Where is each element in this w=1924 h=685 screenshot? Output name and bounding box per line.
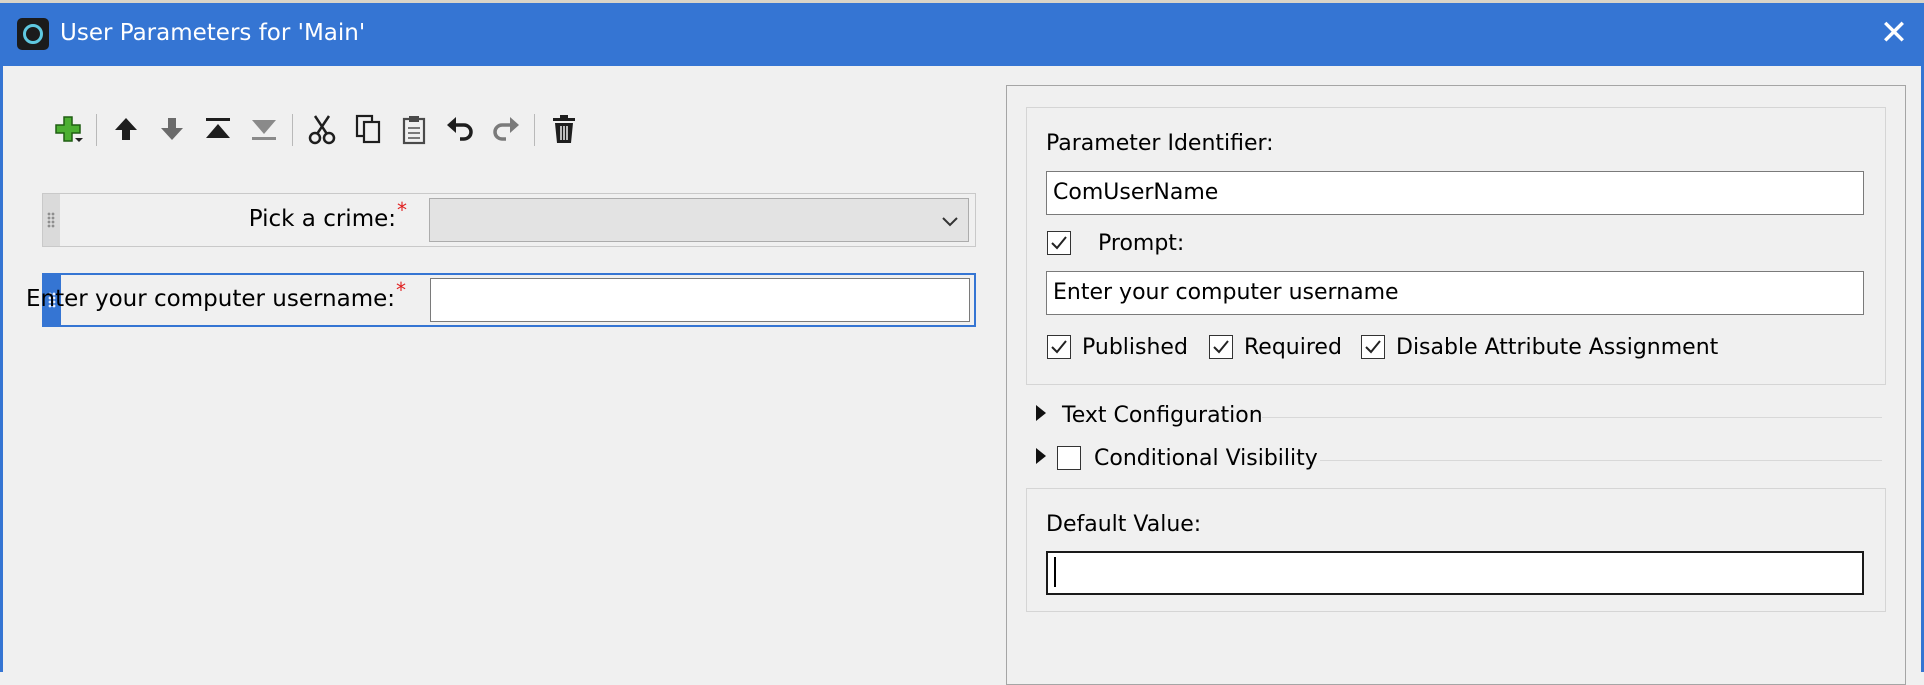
window-border-left <box>0 66 3 672</box>
title-bar: User Parameters for 'Main' ✕ <box>0 0 1924 66</box>
section-divider <box>1262 417 1882 418</box>
text-configuration-label[interactable]: Text Configuration <box>1062 403 1263 428</box>
conditional-visibility-checkbox[interactable] <box>1057 446 1081 470</box>
parameter-label: Enter your computer username:* <box>25 278 406 312</box>
checkmark-icon <box>1365 340 1381 354</box>
move-up-icon[interactable] <box>108 111 144 147</box>
required-label: Required <box>1244 335 1342 360</box>
undo-icon[interactable] <box>442 111 478 147</box>
text-caret <box>1054 556 1056 587</box>
conditional-visibility-label[interactable]: Conditional Visibility <box>1094 446 1318 471</box>
published-label: Published <box>1082 335 1188 360</box>
checkmark-icon <box>1051 340 1067 354</box>
window-title: User Parameters for 'Main' <box>60 20 366 46</box>
cut-icon[interactable] <box>304 111 340 147</box>
checkmark-icon <box>1051 236 1067 250</box>
close-button[interactable]: ✕ <box>1874 16 1914 50</box>
prompt-label: Prompt: <box>1098 231 1185 256</box>
expand-arrow-icon[interactable] <box>1034 404 1048 422</box>
identifier-input[interactable]: ComUserName <box>1046 171 1864 215</box>
required-marker: * <box>396 278 406 302</box>
redo-icon[interactable] <box>488 111 524 147</box>
delete-icon[interactable] <box>546 111 582 147</box>
crime-dropdown[interactable] <box>429 198 969 242</box>
app-logo-icon <box>17 18 49 50</box>
expand-arrow-icon[interactable] <box>1034 447 1048 465</box>
parameter-row-pick-crime[interactable]: Pick a crime:* <box>42 193 976 247</box>
default-value-label: Default Value: <box>1046 512 1202 537</box>
identifier-label: Parameter Identifier: <box>1046 131 1274 156</box>
disable-attribute-label: Disable Attribute Assignment <box>1396 335 1719 360</box>
title-bar-top-strip <box>0 0 1924 3</box>
prompt-input[interactable]: Enter your computer username <box>1046 271 1864 315</box>
prompt-checkbox[interactable] <box>1047 231 1071 255</box>
default-value-input[interactable] <box>1046 551 1864 595</box>
parameter-row-username[interactable]: Enter your computer username:* <box>26 273 976 327</box>
username-input[interactable] <box>430 278 970 322</box>
chevron-down-icon <box>942 217 958 227</box>
copy-icon[interactable] <box>350 111 386 147</box>
checkmark-icon <box>1213 340 1229 354</box>
move-to-top-icon[interactable] <box>200 111 236 147</box>
add-parameter-icon[interactable] <box>50 111 86 147</box>
drag-handle-icon[interactable] <box>43 194 60 246</box>
parameter-label: Pick a crime:* <box>248 198 407 232</box>
required-marker: * <box>397 198 407 222</box>
published-checkbox[interactable] <box>1047 335 1071 359</box>
disable-attribute-checkbox[interactable] <box>1361 335 1385 359</box>
move-to-bottom-icon[interactable] <box>246 111 282 147</box>
move-down-icon[interactable] <box>154 111 190 147</box>
paste-icon[interactable] <box>396 111 432 147</box>
section-divider <box>1320 460 1882 461</box>
required-checkbox[interactable] <box>1209 335 1233 359</box>
